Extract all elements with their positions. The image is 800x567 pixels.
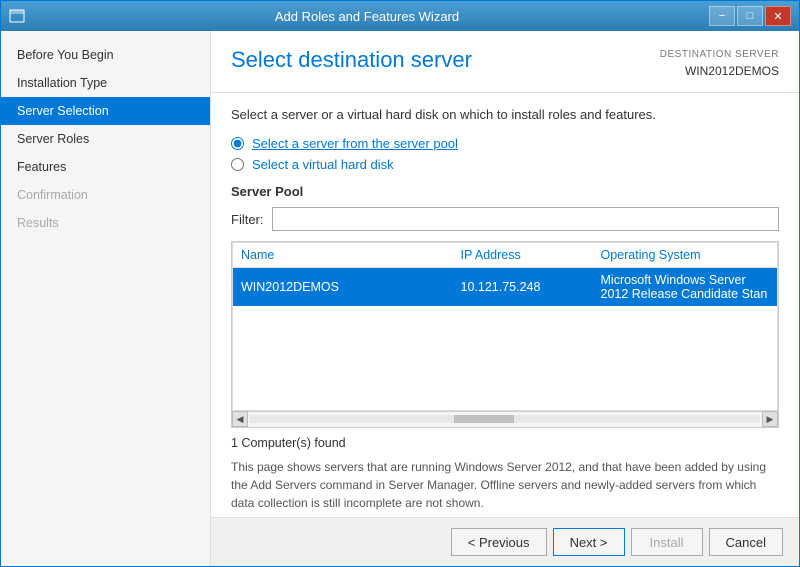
server-pool-title: Server Pool [231,184,779,199]
page-body: Select a server or a virtual hard disk o… [211,93,799,517]
radio-server-pool-input[interactable] [231,137,244,150]
table-row[interactable]: WIN2012DEMOS 10.121.75.248 Microsoft Win… [233,268,778,307]
destination-server-info: DESTINATION SERVER WIN2012DEMOS [660,47,779,80]
radio-vhd[interactable]: Select a virtual hard disk [231,157,779,172]
wizard-icon [9,8,25,24]
title-bar-left [9,8,25,24]
server-table: Name IP Address Operating System WIN2012… [232,242,778,411]
sidebar-item-server-selection[interactable]: Server Selection [1,97,210,125]
footer: < Previous Next > Install Cancel [211,517,799,566]
table-scroll-area: Name IP Address Operating System WIN2012… [232,242,778,411]
radio-group: Select a server from the server pool Sel… [231,136,779,172]
empty-row-2 [233,332,778,358]
radio-vhd-input[interactable] [231,158,244,171]
server-ip: 10.121.75.248 [453,268,593,307]
main-content: Select destination server DESTINATION SE… [211,31,799,566]
page-title: Select destination server [231,47,472,73]
scroll-left-arrow[interactable]: ◀ [232,411,248,427]
radio-server-pool[interactable]: Select a server from the server pool [231,136,779,151]
table-header-row: Name IP Address Operating System [233,243,778,268]
sidebar-item-server-roles[interactable]: Server Roles [1,125,210,153]
sidebar-item-features[interactable]: Features [1,153,210,181]
destination-value: WIN2012DEMOS [660,62,779,80]
sidebar-item-before-you-begin[interactable]: Before You Begin [1,41,210,69]
radio-vhd-label[interactable]: Select a virtual hard disk [252,157,394,172]
minimize-button[interactable]: − [709,6,735,26]
sidebar-item-confirmation: Confirmation [1,181,210,209]
instruction-text: Select a server or a virtual hard disk o… [231,107,779,122]
wizard-window: Add Roles and Features Wizard − □ ✕ Befo… [0,0,800,567]
previous-button[interactable]: < Previous [451,528,547,556]
scroll-right-arrow[interactable]: ▶ [762,411,778,427]
radio-server-pool-label[interactable]: Select a server from the server pool [252,136,458,151]
col-name: Name [233,243,453,268]
empty-row-3 [233,358,778,384]
filter-label: Filter: [231,212,264,227]
content-area: Before You Begin Installation Type Serve… [1,31,799,566]
window-title: Add Roles and Features Wizard [25,9,709,24]
server-pool-section: Server Pool Filter: Name [231,184,779,512]
filter-input[interactable] [272,207,780,231]
sidebar-item-installation-type[interactable]: Installation Type [1,69,210,97]
cancel-button[interactable]: Cancel [709,528,783,556]
destination-label: DESTINATION SERVER [660,47,779,62]
maximize-button[interactable]: □ [737,6,763,26]
scroll-thumb[interactable] [454,415,514,423]
title-bar-controls: − □ ✕ [709,6,791,26]
col-ip: IP Address [453,243,593,268]
empty-row-4 [233,384,778,410]
filter-row: Filter: [231,207,779,231]
close-button[interactable]: ✕ [765,6,791,26]
sidebar-item-results: Results [1,209,210,237]
scroll-track[interactable] [250,415,760,423]
col-os: Operating System [593,243,778,268]
server-name: WIN2012DEMOS [233,268,453,307]
empty-row-1 [233,306,778,332]
horizontal-scrollbar[interactable]: ◀ ▶ [232,411,778,427]
description-text: This page shows servers that are running… [231,458,779,512]
sidebar: Before You Begin Installation Type Serve… [1,31,211,566]
server-os: Microsoft Windows Server 2012 Release Ca… [593,268,778,307]
title-bar: Add Roles and Features Wizard − □ ✕ [1,1,799,31]
server-table-wrapper: Name IP Address Operating System WIN2012… [231,241,779,428]
page-header: Select destination server DESTINATION SE… [211,31,799,93]
next-button[interactable]: Next > [553,528,625,556]
found-text: 1 Computer(s) found [231,436,779,450]
install-button[interactable]: Install [631,528,703,556]
